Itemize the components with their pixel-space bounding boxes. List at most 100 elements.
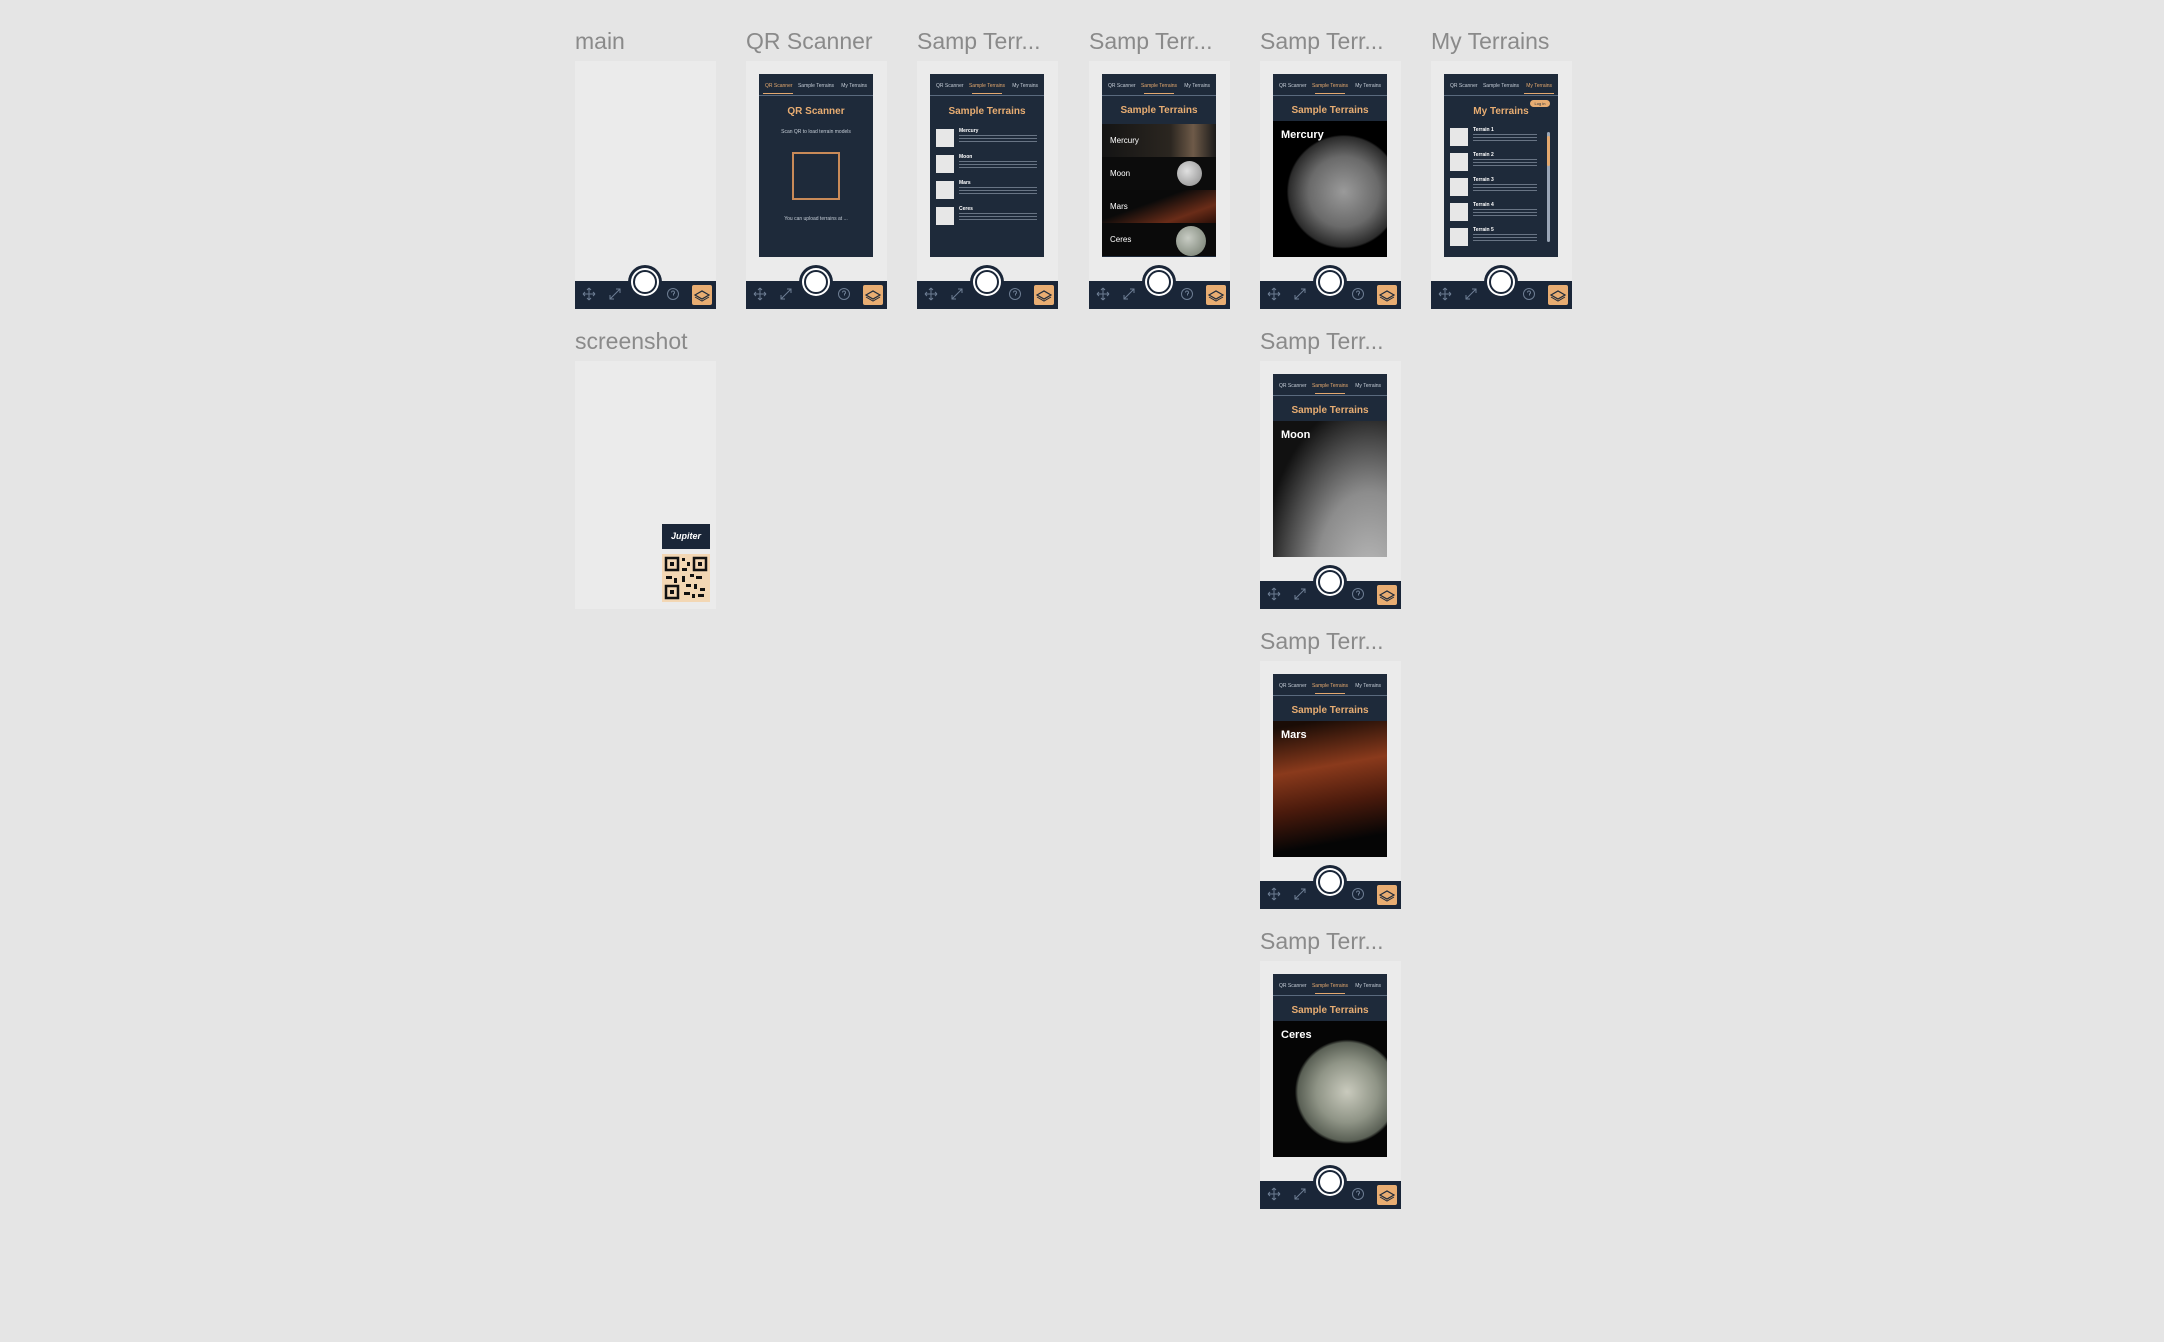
terrain-layers-icon[interactable]: [1377, 285, 1397, 305]
sample-list-screen: QR Scanner Sample Terrains My Terrains S…: [930, 74, 1044, 257]
help-icon[interactable]: [1351, 587, 1365, 601]
tab-my-terrains[interactable]: My Terrains: [1355, 83, 1381, 89]
banner-mars[interactable]: Mars: [1102, 190, 1216, 223]
list-item[interactable]: Ceres: [936, 205, 1038, 225]
frame-label-sample-banners[interactable]: Samp Terr...: [1089, 28, 1213, 55]
capture-button[interactable]: [1142, 265, 1176, 299]
list-item[interactable]: Terrain 5: [1450, 226, 1540, 246]
terrain-layers-icon[interactable]: [1034, 285, 1054, 305]
frame-sample-banners[interactable]: QR Scanner Sample Terrains My Terrains S…: [1089, 61, 1230, 309]
calibration-icon[interactable]: [779, 287, 793, 301]
list-item[interactable]: Mercury: [936, 127, 1038, 147]
help-icon[interactable]: [1522, 287, 1536, 301]
frame-sample-moon[interactable]: QR Scanner Sample Terrains My Terrains S…: [1260, 361, 1401, 609]
capture-button[interactable]: [799, 265, 833, 299]
capture-button[interactable]: [1313, 265, 1347, 299]
help-icon[interactable]: [1008, 287, 1022, 301]
frame-label-qr-scanner[interactable]: QR Scanner: [746, 28, 873, 55]
frame-sample-list[interactable]: QR Scanner Sample Terrains My Terrains S…: [917, 61, 1058, 309]
terrain-layers-icon[interactable]: [1377, 885, 1397, 905]
frame-label-sample-moon[interactable]: Samp Terr...: [1260, 328, 1384, 355]
frame-label-sample-mars[interactable]: Samp Terr...: [1260, 628, 1384, 655]
calibration-icon[interactable]: [1122, 287, 1136, 301]
move-icon[interactable]: [1267, 1187, 1281, 1201]
frame-screenshot[interactable]: Jupiter: [575, 361, 716, 609]
active-tab-indicator: [1315, 693, 1345, 694]
item-description: [959, 161, 1037, 170]
terrain-layers-icon[interactable]: [1206, 285, 1226, 305]
item-description: [959, 213, 1037, 222]
terrain-layers-icon[interactable]: [863, 285, 883, 305]
calibration-icon[interactable]: [1464, 287, 1478, 301]
item-description: [1473, 209, 1537, 218]
list-item[interactable]: Terrain 3: [1450, 176, 1540, 196]
calibration-icon[interactable]: [1293, 887, 1307, 901]
help-icon[interactable]: [666, 287, 680, 301]
frame-label-my-terrains[interactable]: My Terrains: [1431, 28, 1549, 55]
move-icon[interactable]: [753, 287, 767, 301]
help-icon[interactable]: [837, 287, 851, 301]
tab-my-terrains[interactable]: My Terrains: [1355, 983, 1381, 989]
frame-label-sample-list[interactable]: Samp Terr...: [917, 28, 1041, 55]
frame-label-sample-ceres[interactable]: Samp Terr...: [1260, 928, 1384, 955]
calibration-icon[interactable]: [608, 287, 622, 301]
move-icon[interactable]: [924, 287, 938, 301]
move-icon[interactable]: [1267, 587, 1281, 601]
list-item[interactable]: Moon: [936, 153, 1038, 173]
frame-sample-ceres[interactable]: QR Scanner Sample Terrains My Terrains S…: [1260, 961, 1401, 1209]
help-icon[interactable]: [1351, 287, 1365, 301]
help-icon[interactable]: [1351, 887, 1365, 901]
capture-button[interactable]: [1313, 1165, 1347, 1199]
list-item[interactable]: Terrain 4: [1450, 201, 1540, 221]
banner-ceres[interactable]: Ceres: [1102, 223, 1216, 256]
move-icon[interactable]: [1438, 287, 1452, 301]
scrollbar[interactable]: [1547, 132, 1550, 242]
move-icon[interactable]: [1267, 287, 1281, 301]
capture-button[interactable]: [1484, 265, 1518, 299]
tab-bar: [1089, 265, 1230, 309]
banner-moon[interactable]: Moon: [1102, 157, 1216, 190]
move-icon[interactable]: [1267, 887, 1281, 901]
qr-code-image: [662, 554, 710, 602]
item-description: [1473, 134, 1537, 143]
move-icon[interactable]: [1096, 287, 1110, 301]
help-icon[interactable]: [1351, 1187, 1365, 1201]
terrain-layers-icon[interactable]: [1377, 585, 1397, 605]
tab-my-terrains[interactable]: My Terrains: [1355, 383, 1381, 389]
tab-my-terrains[interactable]: My Terrains: [1012, 83, 1038, 89]
list-item[interactable]: Terrain 1: [1450, 126, 1540, 146]
frame-main[interactable]: [575, 61, 716, 309]
calibration-icon[interactable]: [950, 287, 964, 301]
qr-code-icon: [664, 556, 708, 600]
tab-my-terrains[interactable]: My Terrains: [1355, 683, 1381, 689]
calibration-icon[interactable]: [1293, 287, 1307, 301]
frame-sample-mars[interactable]: QR Scanner Sample Terrains My Terrains S…: [1260, 661, 1401, 909]
move-icon[interactable]: [582, 287, 596, 301]
banner-title: Moon: [1110, 169, 1131, 178]
list-item[interactable]: Mars: [936, 179, 1038, 199]
terrain-layers-icon[interactable]: [692, 285, 712, 305]
frame-qr-scanner[interactable]: QR Scanner Sample Terrains My Terrains Q…: [746, 61, 887, 309]
capture-button[interactable]: [970, 265, 1004, 299]
banner-mercury[interactable]: Mercury: [1102, 124, 1216, 157]
calibration-icon[interactable]: [1293, 587, 1307, 601]
calibration-icon[interactable]: [1293, 1187, 1307, 1201]
list-item[interactable]: Terrain 2: [1450, 151, 1540, 171]
tab-my-terrains[interactable]: My Terrains: [1526, 83, 1552, 89]
frame-sample-mercury[interactable]: QR Scanner Sample Terrains My Terrains S…: [1260, 61, 1401, 309]
terrain-layers-icon[interactable]: [1377, 1185, 1397, 1205]
terrain-layers-icon[interactable]: [1548, 285, 1568, 305]
frame-label-screenshot[interactable]: screenshot: [575, 328, 688, 355]
frame-my-terrains[interactable]: QR Scanner Sample Terrains My Terrains L…: [1431, 61, 1572, 309]
capture-button[interactable]: [1313, 565, 1347, 599]
mars-image: Mars: [1273, 721, 1387, 857]
help-icon[interactable]: [1180, 287, 1194, 301]
tab-my-terrains[interactable]: My Terrains: [1184, 83, 1210, 89]
capture-button[interactable]: [628, 265, 662, 299]
active-tab-indicator: [1315, 93, 1345, 94]
frame-label-main[interactable]: main: [575, 28, 625, 55]
frame-label-sample-mercury[interactable]: Samp Terr...: [1260, 28, 1384, 55]
tab-bar: [1260, 265, 1401, 309]
capture-button[interactable]: [1313, 865, 1347, 899]
tab-my-terrains[interactable]: My Terrains: [841, 83, 867, 89]
